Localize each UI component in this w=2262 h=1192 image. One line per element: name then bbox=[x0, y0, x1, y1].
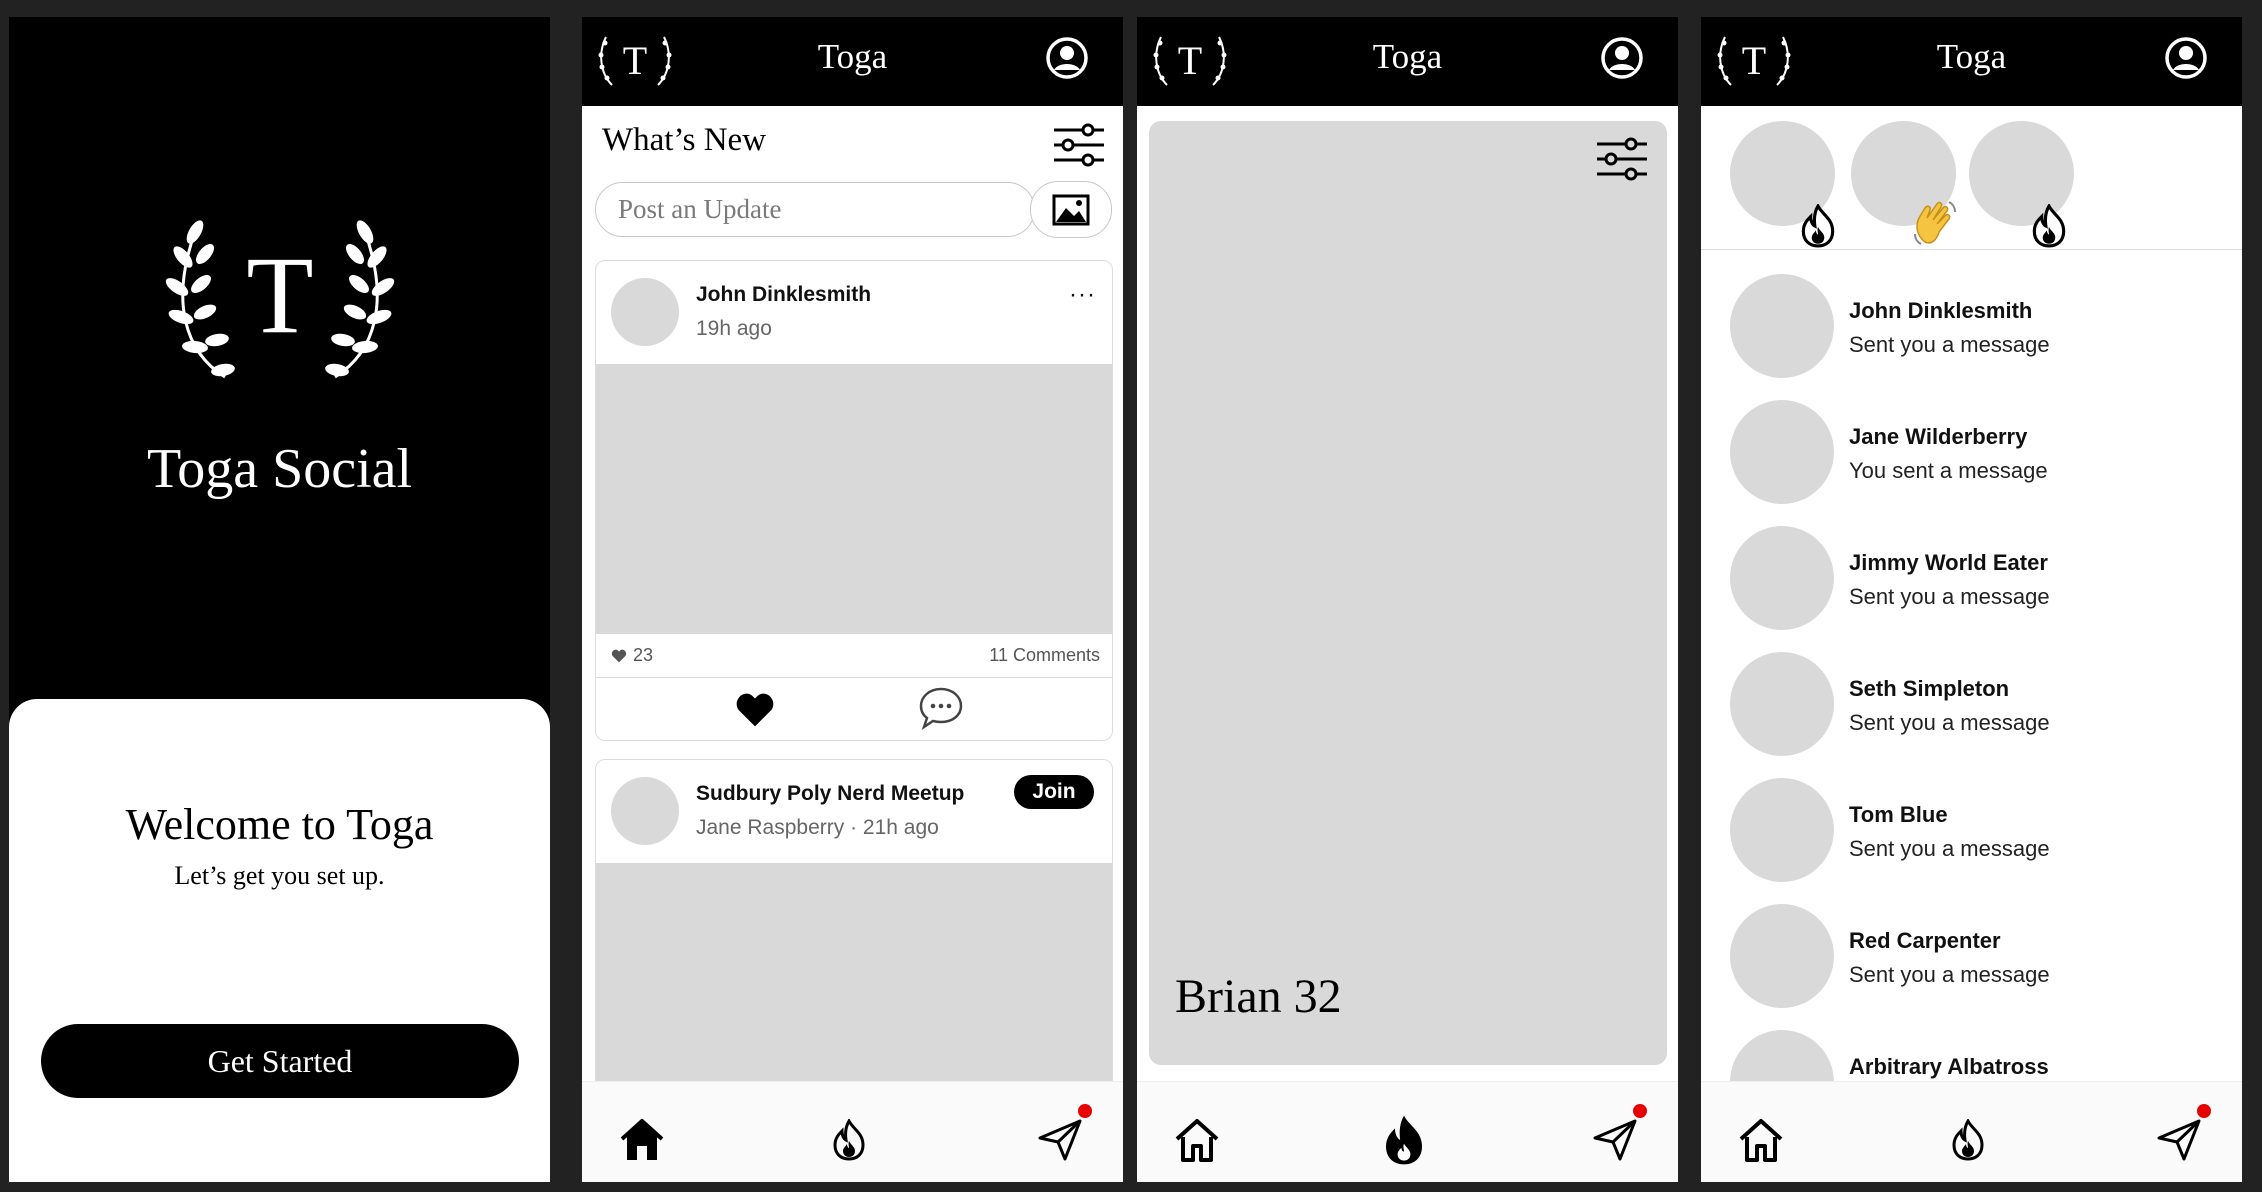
group-name[interactable]: Sudbury Poly Nerd Meetup bbox=[696, 782, 964, 806]
chat-item[interactable]: Tom Blue Sent you a message bbox=[1701, 778, 2242, 904]
chat-item[interactable]: Jimmy World Eater Sent you a message bbox=[1701, 526, 2242, 652]
join-button[interactable]: Join bbox=[1014, 775, 1094, 809]
heart-icon bbox=[736, 693, 774, 727]
chat-name: Arbitrary Albatross bbox=[1849, 1054, 2049, 1079]
app-title: Toga Social bbox=[146, 438, 413, 500]
chat-name: John Dinklesmith bbox=[1849, 298, 2033, 323]
home-icon[interactable] bbox=[1167, 1112, 1227, 1168]
waving-hand-icon bbox=[1911, 198, 1959, 255]
chat-preview: Sent you a message bbox=[1849, 332, 2050, 357]
fire-icon[interactable] bbox=[819, 1112, 879, 1168]
app-header: T Toga bbox=[1701, 17, 2242, 106]
chat-preview: You sent a message bbox=[1849, 458, 2048, 483]
chat-preview: Sent you a message bbox=[1849, 836, 2050, 861]
fire-icon[interactable] bbox=[1938, 1112, 1998, 1168]
home-icon[interactable] bbox=[1731, 1112, 1791, 1168]
profile-icon[interactable] bbox=[1600, 36, 1644, 85]
header-title: Toga bbox=[1936, 37, 2007, 76]
avatar[interactable] bbox=[1730, 652, 1834, 756]
home-icon[interactable] bbox=[612, 1112, 672, 1168]
chat-name: Seth Simpleton bbox=[1849, 676, 2010, 701]
welcome-subtitle: Let’s get you set up. bbox=[174, 861, 385, 890]
heart-small-icon bbox=[611, 649, 627, 662]
chat-name: Jimmy World Eater bbox=[1849, 550, 2048, 575]
logo-letter: T bbox=[246, 234, 313, 356]
profile-icon[interactable] bbox=[2164, 36, 2208, 85]
group-post-card: Sudbury Poly Nerd Meetup Jane Raspberry … bbox=[595, 759, 1113, 1099]
welcome-title: Welcome to Toga bbox=[125, 800, 434, 849]
more-options-icon[interactable]: ··· bbox=[1069, 281, 1096, 309]
image-icon bbox=[1052, 194, 1090, 225]
like-count: 23 bbox=[611, 645, 653, 666]
comment-count[interactable]: 11 Comments bbox=[989, 645, 1100, 666]
avatar[interactable] bbox=[1730, 400, 1834, 504]
fire-icon[interactable] bbox=[1374, 1112, 1434, 1168]
post-time: 19h ago bbox=[696, 317, 772, 340]
discover-screen: T Toga Brian 32 bbox=[1137, 17, 1678, 1182]
app-header: T Toga bbox=[1137, 17, 1678, 106]
feed-screen: T Toga What’s New Post an Update John Di… bbox=[582, 17, 1123, 1182]
notification-dot bbox=[1633, 1104, 1647, 1118]
bottom-nav bbox=[1701, 1081, 2242, 1182]
laurel-logo-icon: T bbox=[9, 212, 550, 387]
header-title: Toga bbox=[1372, 37, 1443, 76]
chat-name: Red Carpenter bbox=[1849, 928, 2001, 953]
post-meta: Jane Raspberry · 21h ago bbox=[696, 816, 939, 839]
filter-icon[interactable] bbox=[1595, 137, 1649, 186]
notification-dot bbox=[2197, 1104, 2211, 1118]
post-update-input[interactable]: Post an Update bbox=[595, 182, 1035, 237]
section-title: What’s New bbox=[602, 122, 767, 158]
avatar[interactable] bbox=[1730, 526, 1834, 630]
chat-item[interactable]: John Dinklesmith Sent you a message bbox=[1701, 274, 2242, 400]
chat-name: Jane Wilderberry bbox=[1849, 424, 2028, 449]
comment-button[interactable] bbox=[918, 686, 964, 735]
post-author[interactable]: John Dinklesmith bbox=[696, 283, 871, 307]
header-title: Toga bbox=[817, 37, 888, 76]
send-icon[interactable] bbox=[1585, 1104, 1647, 1168]
notification-dot bbox=[1078, 1104, 1092, 1118]
avatar[interactable] bbox=[1730, 778, 1834, 882]
send-icon[interactable] bbox=[2149, 1104, 2211, 1168]
chat-item[interactable]: Seth Simpleton Sent you a message bbox=[1701, 652, 2242, 778]
app-header: T Toga bbox=[582, 17, 1123, 106]
post-image[interactable] bbox=[596, 364, 1112, 634]
fire-icon bbox=[1799, 202, 1837, 254]
comment-icon bbox=[919, 687, 963, 731]
profile-icon[interactable] bbox=[1045, 36, 1089, 85]
chat-name: Tom Blue bbox=[1849, 802, 1948, 827]
welcome-screen: T Toga Social Welcome to Toga Let’s get … bbox=[9, 17, 550, 1182]
messages-screen: T Toga John Dinklesmith Sent you a messa… bbox=[1701, 17, 2242, 1182]
welcome-card: Welcome to Toga Let’s get you set up. Ge… bbox=[9, 699, 550, 1182]
fire-icon bbox=[2030, 202, 2068, 254]
chat-preview: Sent you a message bbox=[1849, 962, 2050, 987]
chat-item[interactable]: Jane Wilderberry You sent a message bbox=[1701, 400, 2242, 526]
bottom-nav bbox=[1137, 1081, 1678, 1182]
post-image[interactable] bbox=[596, 863, 1112, 1098]
send-icon[interactable] bbox=[1030, 1104, 1092, 1168]
stories-row bbox=[1701, 106, 2242, 250]
filter-icon[interactable] bbox=[1052, 123, 1106, 172]
chat-preview: Sent you a message bbox=[1849, 584, 2050, 609]
avatar[interactable] bbox=[611, 278, 679, 346]
post-stats: 23 11 Comments bbox=[596, 634, 1112, 678]
like-button[interactable] bbox=[734, 692, 776, 733]
avatar[interactable] bbox=[1730, 274, 1834, 378]
get-started-button[interactable]: Get Started bbox=[41, 1024, 519, 1098]
bottom-nav bbox=[582, 1081, 1123, 1182]
chat-item[interactable]: Red Carpenter Sent you a message bbox=[1701, 904, 2242, 1030]
avatar[interactable] bbox=[611, 777, 679, 845]
add-image-button[interactable] bbox=[1030, 181, 1112, 238]
profile-name: Brian 32 bbox=[1175, 970, 1342, 1023]
post-card: John Dinklesmith 19h ago ··· 23 11 Comme… bbox=[595, 260, 1113, 741]
avatar[interactable] bbox=[1730, 904, 1834, 1008]
profile-card[interactable]: Brian 32 bbox=[1149, 121, 1667, 1065]
chat-preview: Sent you a message bbox=[1849, 710, 2050, 735]
